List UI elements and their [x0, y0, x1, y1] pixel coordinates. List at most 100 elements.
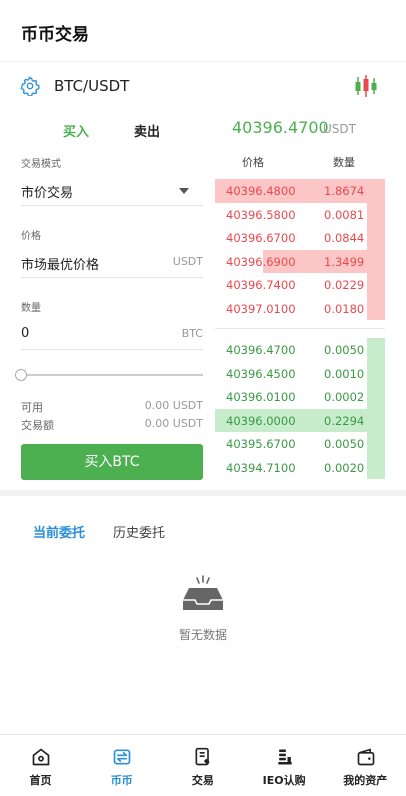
mode-select[interactable]: 市价交易: [21, 174, 203, 206]
page-header: 币币交易: [0, 0, 406, 62]
gear-icon[interactable]: [20, 76, 40, 96]
nav-label: 币币: [110, 774, 133, 787]
orders-tabs: 当前委托 历史委托: [0, 516, 406, 546]
slider-track: [21, 374, 203, 376]
amount-label: 数量: [21, 303, 41, 314]
ask-price: 40396.7400: [226, 278, 296, 292]
price-label: 价格: [21, 231, 41, 242]
ieo-icon: [277, 749, 292, 765]
amount-slider[interactable]: [15, 368, 203, 382]
page-title: 币币交易: [21, 25, 89, 45]
trading-pair[interactable]: BTC/USDT: [54, 77, 129, 95]
home-icon: [32, 748, 50, 766]
trade-tabs: 买入 卖出 40396.4700 USDT: [0, 112, 406, 146]
bid-depth-bar: [367, 432, 385, 456]
order-book-divider: [215, 328, 385, 329]
mode-value: 市价交易: [21, 186, 74, 201]
last-price-unit: USDT: [323, 122, 356, 136]
nav-item-5[interactable]: 我的资产: [325, 735, 406, 796]
bid-depth-bar: [367, 338, 385, 362]
tab-order-history[interactable]: 历史委托: [113, 522, 165, 541]
last-price: 40396.4700: [232, 118, 329, 137]
bid-row[interactable]: 40394.7100 0.0020: [215, 455, 385, 479]
amount-value: 0: [21, 326, 30, 341]
ask-price: 40397.0100: [226, 301, 296, 316]
bid-qty: 0.0002: [324, 390, 365, 404]
qty-column-header: 数量: [333, 156, 355, 169]
ask-price: 40396.5800: [226, 207, 296, 222]
price-field[interactable]: 市场最优价格 USDT: [21, 246, 203, 278]
ask-row[interactable]: 40396.4800 1.8674: [215, 179, 385, 203]
tab-buy[interactable]: 买入: [63, 121, 89, 140]
trade-doc-icon: [195, 747, 211, 766]
available-value: 0.00 USDT: [144, 399, 203, 412]
bid-row[interactable]: 40396.0100 0.0002: [215, 385, 385, 409]
bid-qty: 0.2294: [324, 413, 365, 428]
bid-row[interactable]: 40395.6700 0.0050: [215, 432, 385, 456]
volume-label: 交易额: [21, 419, 54, 432]
chevron-down-icon: [179, 188, 189, 194]
bid-row[interactable]: 40396.4500 0.0010: [215, 361, 385, 385]
mode-label: 交易模式: [21, 159, 61, 170]
available-label: 可用: [21, 401, 43, 414]
candlestick-chart-icon[interactable]: [353, 74, 379, 98]
ask-row[interactable]: 40396.6700 0.0844: [215, 226, 385, 250]
amount-input[interactable]: 0 BTC: [21, 318, 203, 350]
ask-price: 40396.6700: [226, 231, 296, 245]
tab-current-orders[interactable]: 当前委托: [33, 522, 85, 541]
amount-unit: BTC: [181, 327, 203, 340]
bid-row[interactable]: 40396.4700 0.0050: [215, 338, 385, 362]
pair-bar: BTC/USDT: [0, 62, 406, 112]
ask-qty: 1.3499: [324, 254, 365, 269]
ask-qty: 0.0081: [324, 207, 365, 222]
bid-price: 40396.4700: [226, 343, 296, 357]
ask-row[interactable]: 40396.5800 0.0081: [215, 202, 385, 226]
ask-qty: 0.0844: [324, 231, 365, 245]
bid-qty: 0.0010: [324, 366, 365, 381]
ask-row[interactable]: 40396.6900 1.3499: [215, 249, 385, 273]
price-unit: USDT: [172, 255, 203, 268]
bid-price: 40394.7100: [226, 460, 296, 475]
bid-depth-bar: [367, 361, 385, 385]
bid-price: 40395.6700: [226, 437, 296, 451]
volume-value: 0.00 USDT: [144, 417, 203, 430]
available-row: 可用 0.00 USDT: [21, 399, 203, 415]
bid-qty: 0.0050: [324, 343, 365, 357]
ask-qty: 0.0229: [324, 278, 365, 292]
nav-item-4[interactable]: IEO认购: [244, 735, 325, 796]
ask-depth-bar: [367, 202, 385, 226]
bid-depth-bar: [367, 385, 385, 409]
ask-depth-bar: [367, 296, 385, 320]
bid-depth-bar: [367, 455, 385, 479]
nav-label: IEO认购: [262, 774, 306, 787]
nav-item-3[interactable]: 交易: [162, 735, 243, 796]
ask-price: 40396.4800: [226, 184, 296, 198]
price-value: 市场最优价格: [21, 258, 100, 273]
bid-price: 40396.4500: [226, 366, 296, 381]
bottom-nav: 首页 币币 交易 IEO认购 我的资产: [0, 734, 406, 796]
slider-handle[interactable]: [15, 369, 27, 381]
ask-price: 40396.6900: [226, 254, 296, 269]
buy-btc-button[interactable]: 买入BTC: [21, 444, 203, 480]
tab-sell[interactable]: 卖出: [134, 121, 160, 140]
bid-row[interactable]: 40396.0000 0.2294: [215, 408, 385, 432]
empty-state-text: 暂无数据: [178, 628, 227, 642]
ask-depth-bar: [367, 226, 385, 250]
volume-row: 交易额 0.00 USDT: [21, 417, 203, 433]
nav-label: 我的资产: [343, 774, 388, 787]
nav-label: 交易: [191, 774, 214, 787]
ask-row[interactable]: 40396.7400 0.0229: [215, 273, 385, 297]
bid-qty: 0.0020: [324, 460, 365, 475]
bid-price: 40396.0100: [226, 390, 296, 404]
bid-qty: 0.0050: [324, 437, 365, 451]
nav-item-2[interactable]: 币币: [81, 735, 162, 796]
ask-qty: 0.0180: [324, 301, 365, 316]
section-divider: [0, 490, 406, 496]
ask-row[interactable]: 40397.0100 0.0180: [215, 296, 385, 320]
wallet-icon: [357, 748, 375, 766]
exchange-icon: [113, 749, 131, 765]
bid-price: 40396.0000: [226, 413, 296, 428]
ask-depth-bar: [367, 273, 385, 297]
nav-label: 首页: [29, 774, 52, 787]
nav-item-1[interactable]: 首页: [0, 735, 81, 796]
